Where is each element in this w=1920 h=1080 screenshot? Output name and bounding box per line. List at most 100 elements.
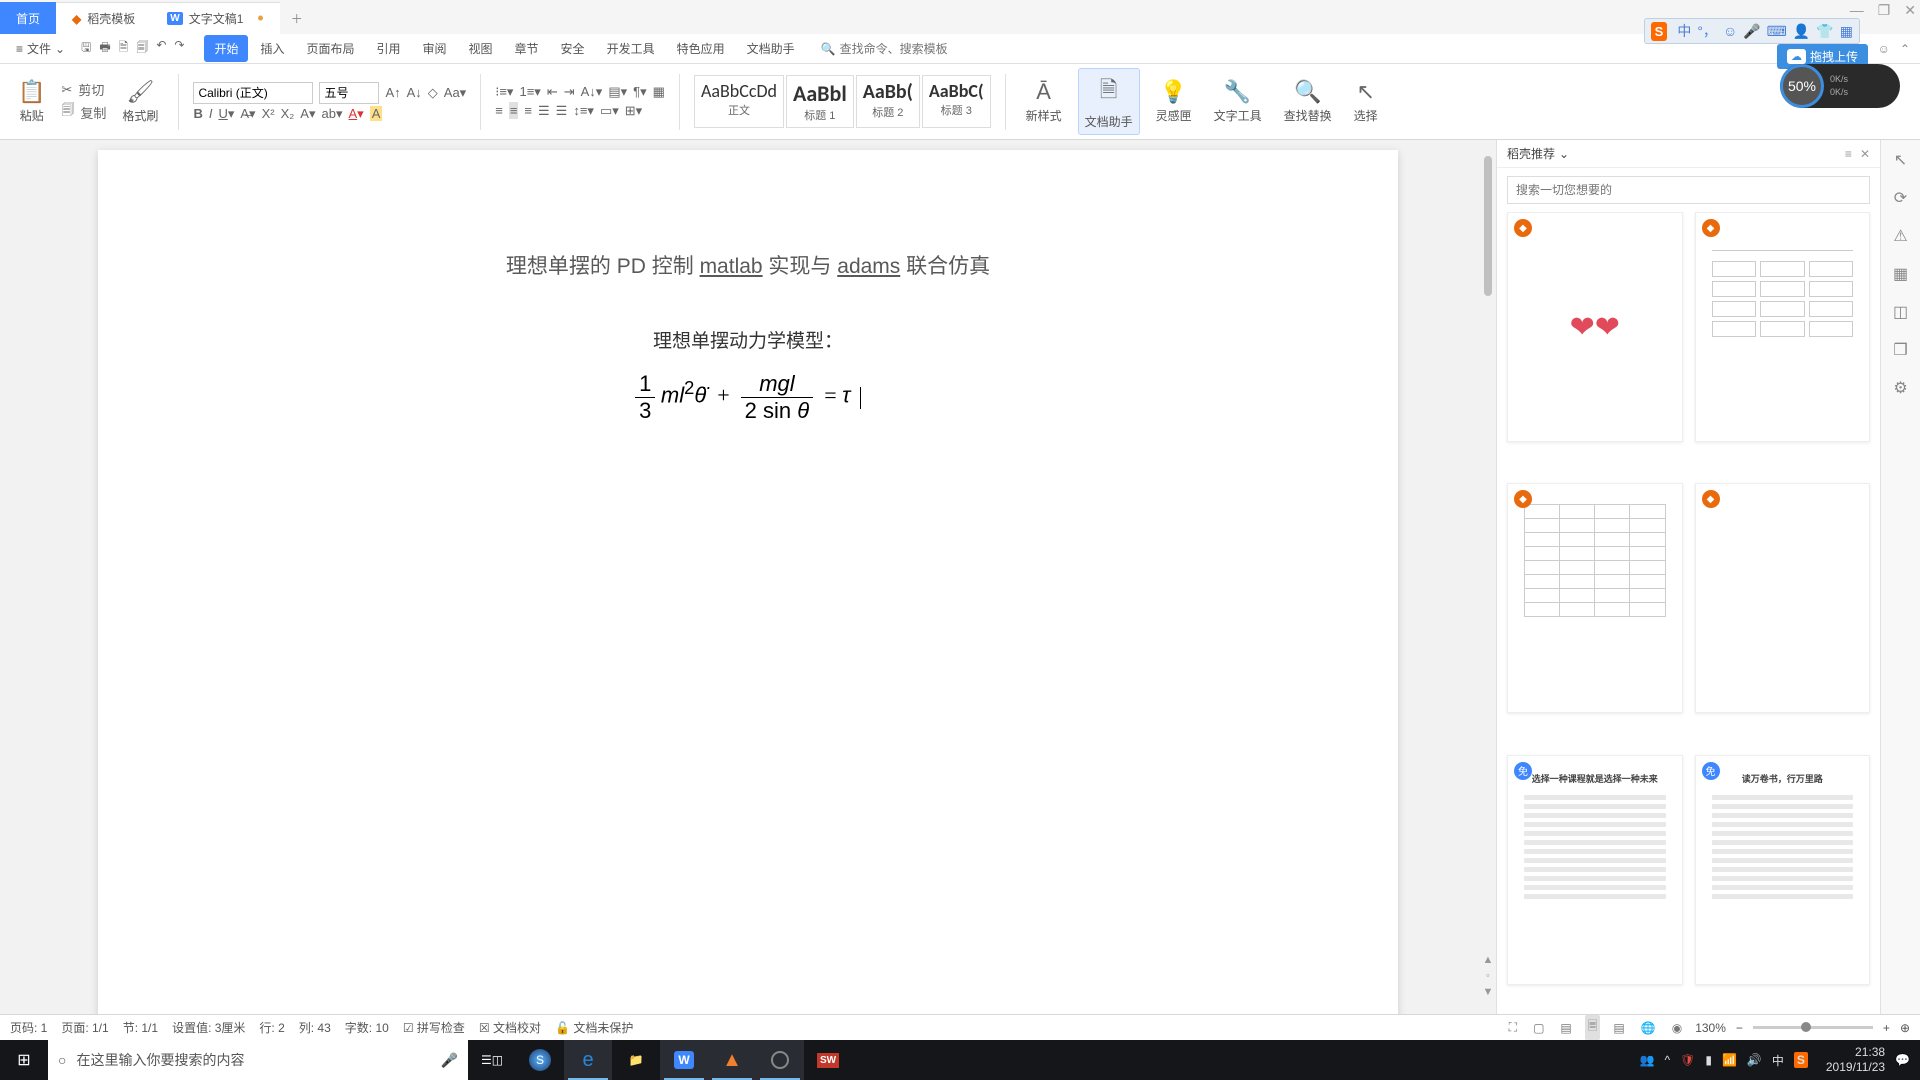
- file-menu[interactable]: ≡ 文件 ⌄: [10, 40, 71, 57]
- text-effect-button[interactable]: A▾: [300, 106, 315, 122]
- italic-button[interactable]: I: [209, 106, 213, 121]
- vtool-layers-icon[interactable]: ❒: [1893, 340, 1907, 360]
- inspiration-button[interactable]: 💡 灵感匣: [1150, 75, 1198, 128]
- add-tab-button[interactable]: ＋: [280, 2, 314, 34]
- feedback-icon[interactable]: ☺: [1878, 42, 1890, 56]
- tab-document[interactable]: W 文字文稿1 •: [151, 2, 279, 34]
- mic-icon[interactable]: 🎤: [441, 1052, 458, 1069]
- ime-keyboard-icon[interactable]: ⌨: [1767, 23, 1787, 40]
- strike-button[interactable]: A̶▾: [240, 106, 255, 122]
- highlight-button[interactable]: A: [370, 106, 383, 121]
- line-spacing-button[interactable]: ↕≡▾: [573, 103, 594, 119]
- bold-button[interactable]: B: [193, 106, 202, 121]
- vtool-table-icon[interactable]: ▦: [1893, 264, 1908, 284]
- bullets-button[interactable]: ⁝≡▾: [495, 84, 513, 100]
- shrink-font-icon[interactable]: A↓: [407, 85, 422, 100]
- page-layout-icon[interactable]: 🗏: [1585, 1015, 1601, 1040]
- ime-mic-icon[interactable]: 🎤: [1743, 23, 1760, 40]
- ribbon-tab-view[interactable]: 视图: [459, 35, 503, 62]
- ime-skin-icon[interactable]: 👕: [1816, 23, 1833, 40]
- app-matlab[interactable]: ▲: [708, 1040, 756, 1080]
- vtool-shape-icon[interactable]: ◫: [1893, 302, 1908, 322]
- start-button[interactable]: ⊞: [0, 1040, 48, 1080]
- style-heading2[interactable]: AaBb(标题 2: [856, 75, 920, 128]
- command-search[interactable]: 🔍: [821, 42, 980, 56]
- ribbon-tab-featured[interactable]: 特色应用: [667, 35, 735, 62]
- tray-wifi-icon[interactable]: 📶: [1722, 1053, 1737, 1067]
- paragraph-marks-button[interactable]: ¶▾: [633, 84, 647, 100]
- status-protect[interactable]: 🔓 文档未保护: [555, 1019, 633, 1036]
- template-item[interactable]: 免 选择一种课程就是选择一种未来: [1507, 755, 1683, 985]
- template-search-input[interactable]: [1507, 176, 1870, 204]
- app-solidworks[interactable]: SW: [804, 1040, 852, 1080]
- sort-button[interactable]: A↓▾: [581, 84, 603, 100]
- text-tool-button[interactable]: 🔧 文字工具: [1208, 75, 1268, 128]
- border-button[interactable]: ⊞▾: [625, 103, 642, 119]
- save-icon[interactable]: 🖫: [81, 38, 91, 59]
- template-item[interactable]: 免 读万卷书，行万里路: [1695, 755, 1871, 985]
- next-page-icon[interactable]: ▼: [1483, 986, 1494, 998]
- subscript-button[interactable]: X₂: [281, 106, 295, 121]
- app-edge[interactable]: e: [564, 1040, 612, 1080]
- focus-view-icon[interactable]: ◉: [1669, 1019, 1685, 1037]
- template-item[interactable]: ◆: [1507, 483, 1683, 713]
- maximize-button[interactable]: ❐: [1878, 2, 1891, 19]
- template-item[interactable]: ◆❤❤: [1507, 212, 1683, 442]
- justify-button[interactable]: ☰: [538, 103, 550, 119]
- align-right-button[interactable]: ≡: [524, 103, 532, 118]
- undo-icon[interactable]: ↶: [156, 38, 166, 59]
- indent-inc-button[interactable]: ⇥: [564, 84, 575, 100]
- tab-home[interactable]: 首页: [0, 2, 56, 34]
- ribbon-tab-start[interactable]: 开始: [204, 35, 248, 62]
- format-painter-button[interactable]: 🖌 格式刷: [116, 75, 164, 128]
- zoom-in-button[interactable]: +: [1883, 1021, 1890, 1035]
- taskbar-search[interactable]: ○ 在这里输入你要搜索的内容 🎤: [48, 1040, 468, 1080]
- new-style-button[interactable]: Ᾱ 新样式: [1020, 75, 1068, 128]
- align-left-button[interactable]: ≡: [495, 103, 503, 118]
- select-button[interactable]: ↖ 选择: [1348, 75, 1384, 128]
- clear-format-icon[interactable]: ◇: [428, 85, 438, 101]
- fullscreen-icon[interactable]: ⛶: [1506, 1018, 1520, 1037]
- ribbon-tab-assistant[interactable]: 文档助手: [737, 35, 805, 62]
- tray-ime[interactable]: 中: [1772, 1052, 1784, 1069]
- zoom-value[interactable]: 130%: [1695, 1021, 1726, 1035]
- ribbon-tab-insert[interactable]: 插入: [250, 35, 294, 62]
- network-speed-widget[interactable]: 50% 0K/s 0K/s: [1780, 64, 1900, 108]
- zoom-out-button[interactable]: −: [1736, 1021, 1743, 1035]
- ime-user-icon[interactable]: 👤: [1793, 23, 1810, 40]
- fit-page-icon[interactable]: ⊕: [1900, 1021, 1910, 1035]
- align-center-button[interactable]: ≡: [509, 102, 519, 119]
- status-doccheck[interactable]: ☒ 文档校对: [479, 1019, 541, 1036]
- app-sogou[interactable]: S: [516, 1040, 564, 1080]
- style-heading3[interactable]: AaBbC(标题 3: [922, 75, 991, 128]
- superscript-button[interactable]: X²: [262, 106, 275, 121]
- app-obs[interactable]: [756, 1040, 804, 1080]
- status-setting[interactable]: 设置值: 3厘米: [172, 1019, 245, 1036]
- goto-icon[interactable]: ◦: [1486, 970, 1490, 982]
- doc-assistant-button[interactable]: 🗎 文档助手: [1078, 68, 1140, 135]
- status-section[interactable]: 节: 1/1: [123, 1019, 158, 1036]
- tray-battery-icon[interactable]: ▮: [1705, 1053, 1712, 1067]
- panel-close-icon[interactable]: ✕: [1860, 147, 1870, 161]
- ime-punct-icon[interactable]: °，: [1697, 21, 1717, 41]
- print-icon[interactable]: 🖶: [99, 38, 110, 59]
- close-button[interactable]: ✕: [1904, 2, 1916, 19]
- status-row[interactable]: 行: 2: [259, 1019, 284, 1036]
- status-col[interactable]: 列: 43: [299, 1019, 331, 1036]
- ime-toolbox-icon[interactable]: ▦: [1840, 23, 1853, 40]
- minimize-button[interactable]: —: [1850, 2, 1864, 19]
- template-item[interactable]: ◆: [1695, 212, 1871, 442]
- find-replace-button[interactable]: 🔍 查找替换: [1278, 75, 1338, 128]
- distributed-button[interactable]: ☰: [556, 103, 568, 119]
- notifications-icon[interactable]: 💬: [1895, 1053, 1910, 1067]
- redo-icon[interactable]: ↷: [174, 38, 184, 59]
- borders-button[interactable]: ▦: [653, 84, 665, 100]
- taskbar-clock[interactable]: 21:38 2019/11/23: [1826, 1045, 1885, 1075]
- ime-smile-icon[interactable]: ☺: [1723, 23, 1737, 39]
- vtool-warning-icon[interactable]: ⚠: [1893, 226, 1907, 246]
- style-heading1[interactable]: AaBbl标题 1: [786, 75, 854, 128]
- people-icon[interactable]: 👥: [1640, 1053, 1655, 1067]
- numbering-button[interactable]: 1≡▾: [519, 84, 540, 100]
- ime-zh[interactable]: 中: [1677, 21, 1691, 41]
- status-wordcount[interactable]: 字数: 10: [345, 1019, 389, 1036]
